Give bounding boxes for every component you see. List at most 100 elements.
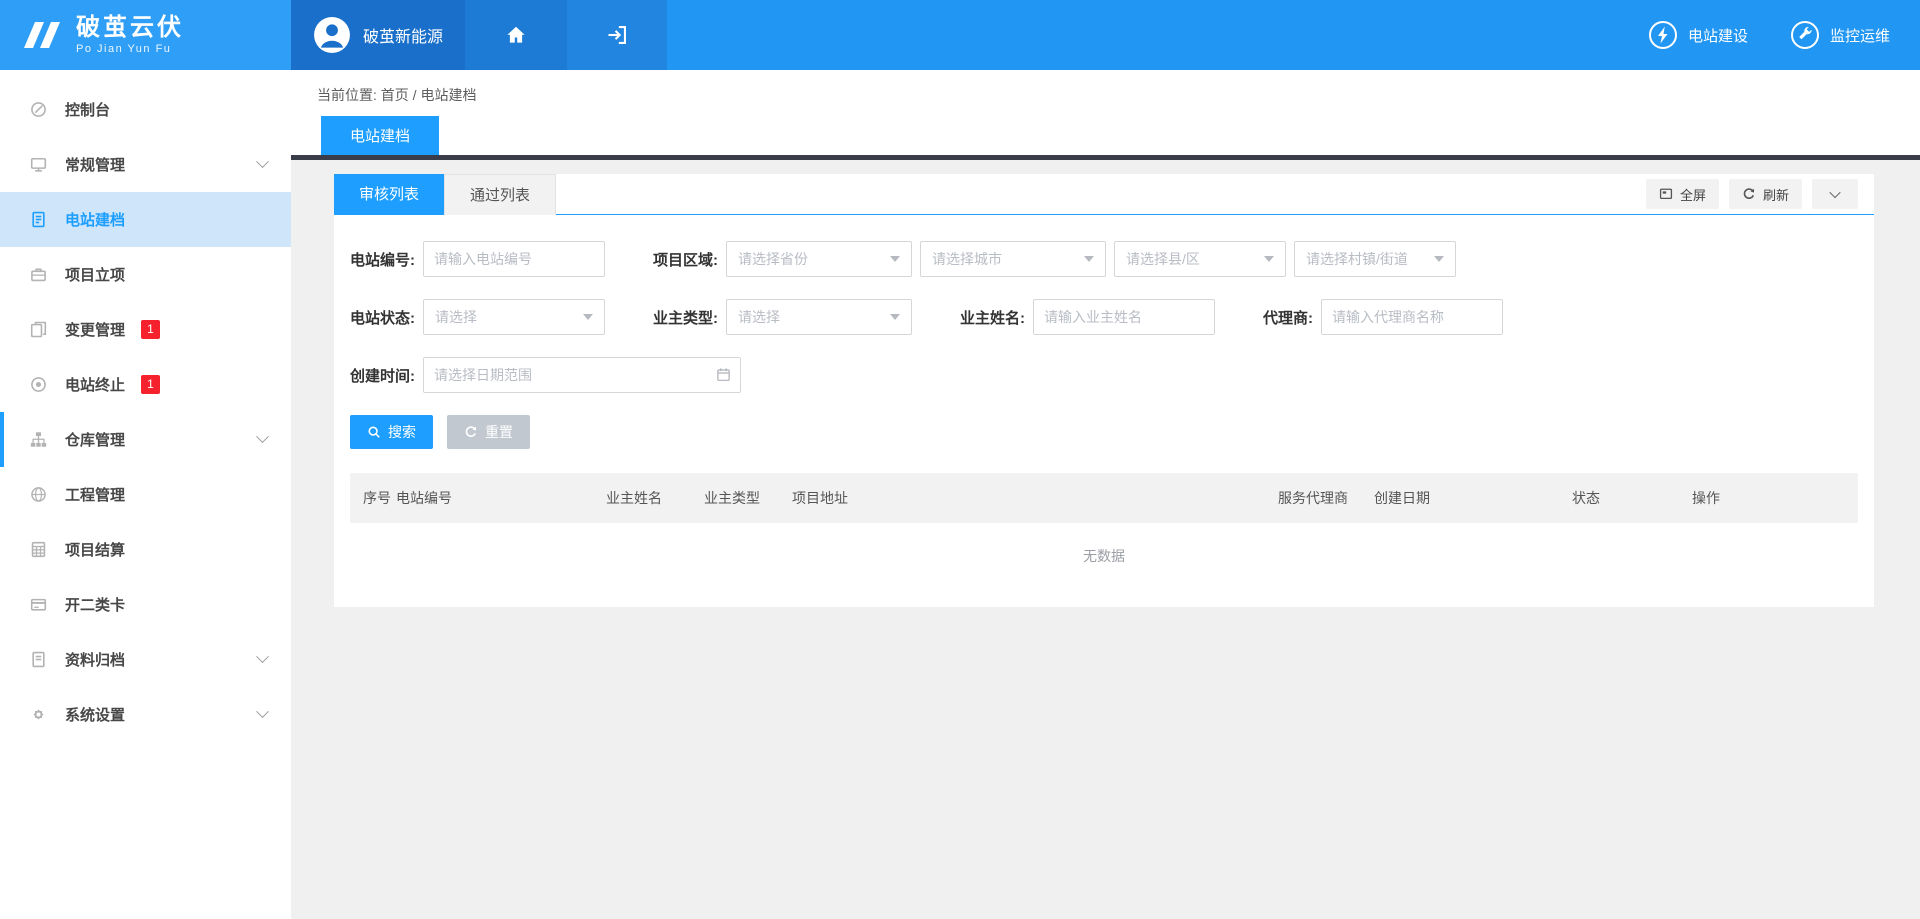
station-status-value: 请选择 <box>435 307 583 327</box>
panel-tab-bar: 审核列表 通过列表 全屏 <box>334 174 1874 215</box>
region-label: 项目区域: <box>653 249 718 270</box>
owner-type-group: 业主类型: 请选择 <box>653 299 912 335</box>
app-logo: 破茧云伏 Po Jian Yun Fu <box>0 0 291 70</box>
sidebar-item-project-settlement[interactable]: 项目结算 <box>0 522 291 577</box>
table-header-row: 序号 电站编号 业主姓名 业主类型 项目地址 服务代理商 创建日期 状态 操作 <box>350 473 1858 523</box>
sidebar-item-label: 常规管理 <box>65 154 125 175</box>
logo-mark-icon <box>20 17 64 53</box>
header-nav: 电站建设 监控运维 <box>1648 0 1920 70</box>
district-select-value: 请选择县/区 <box>1126 249 1264 269</box>
sidebar-item-second-class-card[interactable]: 开二类卡 <box>0 577 291 632</box>
logo-subtitle: Po Jian Yun Fu <box>76 43 184 55</box>
sidebar-item-system-settings[interactable]: 系统设置 <box>0 687 291 742</box>
reset-button[interactable]: 重置 <box>447 415 530 449</box>
user-block[interactable]: 破茧新能源 <box>291 0 465 70</box>
city-select-value: 请选择城市 <box>932 249 1084 269</box>
refresh-icon <box>1742 187 1756 201</box>
filter-row-3: 创建时间: <box>350 357 1858 393</box>
province-select[interactable]: 请选择省份 <box>726 241 912 277</box>
column-header-station-no: 电站编号 <box>396 473 606 523</box>
filter-actions: 搜索 重置 <box>350 415 1858 449</box>
notification-badge: 1 <box>141 375 160 394</box>
province-select-value: 请选择省份 <box>738 249 890 269</box>
sidebar-item-data-archive[interactable]: 资料归档 <box>0 632 291 687</box>
chevron-down-icon <box>1264 256 1274 262</box>
collapse-button[interactable] <box>1812 179 1858 209</box>
home-button[interactable] <box>465 0 567 70</box>
district-select[interactable]: 请选择县/区 <box>1114 241 1286 277</box>
sidebar-item-label: 工程管理 <box>65 484 125 505</box>
create-time-group: 创建时间: <box>350 357 741 393</box>
header-spacer <box>667 0 1648 70</box>
dashboard-icon <box>30 101 50 119</box>
logout-button[interactable] <box>567 0 667 70</box>
sidebar-item-warehouse-management[interactable]: 仓库管理 <box>0 412 291 467</box>
owner-type-value: 请选择 <box>738 307 890 327</box>
agent-label: 代理商: <box>1263 307 1313 328</box>
top-strip: 当前位置: 首页 / 电站建档 电站建档 <box>291 70 1920 155</box>
filter-form: 电站编号: 项目区域: 请选择省份 请选择城市 <box>350 215 1858 449</box>
filter-row-1: 电站编号: 项目区域: 请选择省份 请选择城市 <box>350 241 1858 277</box>
fullscreen-label: 全屏 <box>1680 185 1706 204</box>
region-group: 项目区域: 请选择省份 请选择城市 请选择县/区 <box>653 241 1456 277</box>
sidebar-item-engineering-management[interactable]: 工程管理 <box>0 467 291 522</box>
copy-icon <box>30 321 50 339</box>
main-content: 当前位置: 首页 / 电站建档 电站建档 审核列表 通过列表 <box>291 70 1920 919</box>
owner-type-select[interactable]: 请选择 <box>726 299 912 335</box>
page-tab-station-filing[interactable]: 电站建档 <box>321 116 439 155</box>
city-select[interactable]: 请选择城市 <box>920 241 1106 277</box>
content-panel: 审核列表 通过列表 全屏 <box>334 174 1874 607</box>
refresh-label: 刷新 <box>1763 185 1789 204</box>
sidebar-item-general-management[interactable]: 常规管理 <box>0 137 291 192</box>
filter-row-2: 电站状态: 请选择 业主类型: 请选择 业主 <box>350 299 1858 335</box>
owner-name-label: 业主姓名: <box>960 307 1025 328</box>
nav-item-station-construction[interactable]: 电站建设 <box>1648 20 1748 50</box>
search-button[interactable]: 搜索 <box>350 415 433 449</box>
company-name: 破茧新能源 <box>363 23 443 47</box>
sitemap-icon <box>30 431 50 449</box>
owner-name-group: 业主姓名: <box>960 299 1215 335</box>
sidebar-item-project-initiation[interactable]: 项目立项 <box>0 247 291 302</box>
reset-icon <box>464 425 478 439</box>
calculator-icon <box>30 541 50 559</box>
station-no-group: 电站编号: <box>350 241 605 277</box>
record-icon <box>30 376 50 394</box>
app-header: 破茧云伏 Po Jian Yun Fu 破茧新能源 <box>0 0 1920 70</box>
station-status-select[interactable]: 请选择 <box>423 299 605 335</box>
wrench-icon <box>1790 20 1820 50</box>
tab-bar-divider <box>291 155 1920 160</box>
tab-approved-list[interactable]: 通过列表 <box>444 174 556 215</box>
create-time-label: 创建时间: <box>350 365 415 386</box>
nav-item-label: 电站建设 <box>1688 25 1748 46</box>
logout-icon <box>606 24 628 46</box>
sidebar-item-console[interactable]: 控制台 <box>0 82 291 137</box>
sidebar-item-station-termination[interactable]: 电站终止 1 <box>0 357 291 412</box>
sidebar-item-station-filing[interactable]: 电站建档 <box>0 192 291 247</box>
owner-type-label: 业主类型: <box>653 307 718 328</box>
agent-input[interactable] <box>1321 299 1503 335</box>
search-label: 搜索 <box>388 422 416 442</box>
sidebar-item-label: 电站建档 <box>65 209 125 230</box>
station-status-group: 电站状态: 请选择 <box>350 299 605 335</box>
globe-icon <box>30 486 50 504</box>
column-header-status: 状态 <box>1572 473 1692 523</box>
agent-group: 代理商: <box>1263 299 1503 335</box>
fullscreen-button[interactable]: 全屏 <box>1646 179 1719 209</box>
owner-name-input[interactable] <box>1033 299 1215 335</box>
town-select[interactable]: 请选择村镇/街道 <box>1294 241 1456 277</box>
chevron-down-icon <box>256 650 269 663</box>
refresh-button[interactable]: 刷新 <box>1729 179 1802 209</box>
sidebar-item-label: 仓库管理 <box>65 429 125 450</box>
nav-item-monitoring-ops[interactable]: 监控运维 <box>1790 20 1890 50</box>
sidebar-item-label: 开二类卡 <box>65 594 125 615</box>
home-icon <box>505 24 527 46</box>
tab-review-list[interactable]: 审核列表 <box>334 174 444 215</box>
station-no-label: 电站编号: <box>350 249 415 270</box>
station-no-input[interactable] <box>423 241 605 277</box>
date-range-input[interactable] <box>423 357 741 393</box>
sidebar-item-change-management[interactable]: 变更管理 1 <box>0 302 291 357</box>
chevron-down-icon <box>256 155 269 168</box>
reset-label: 重置 <box>485 422 513 442</box>
empty-row: 无数据 <box>350 523 1858 593</box>
column-header-project-address: 项目地址 <box>792 473 1278 523</box>
